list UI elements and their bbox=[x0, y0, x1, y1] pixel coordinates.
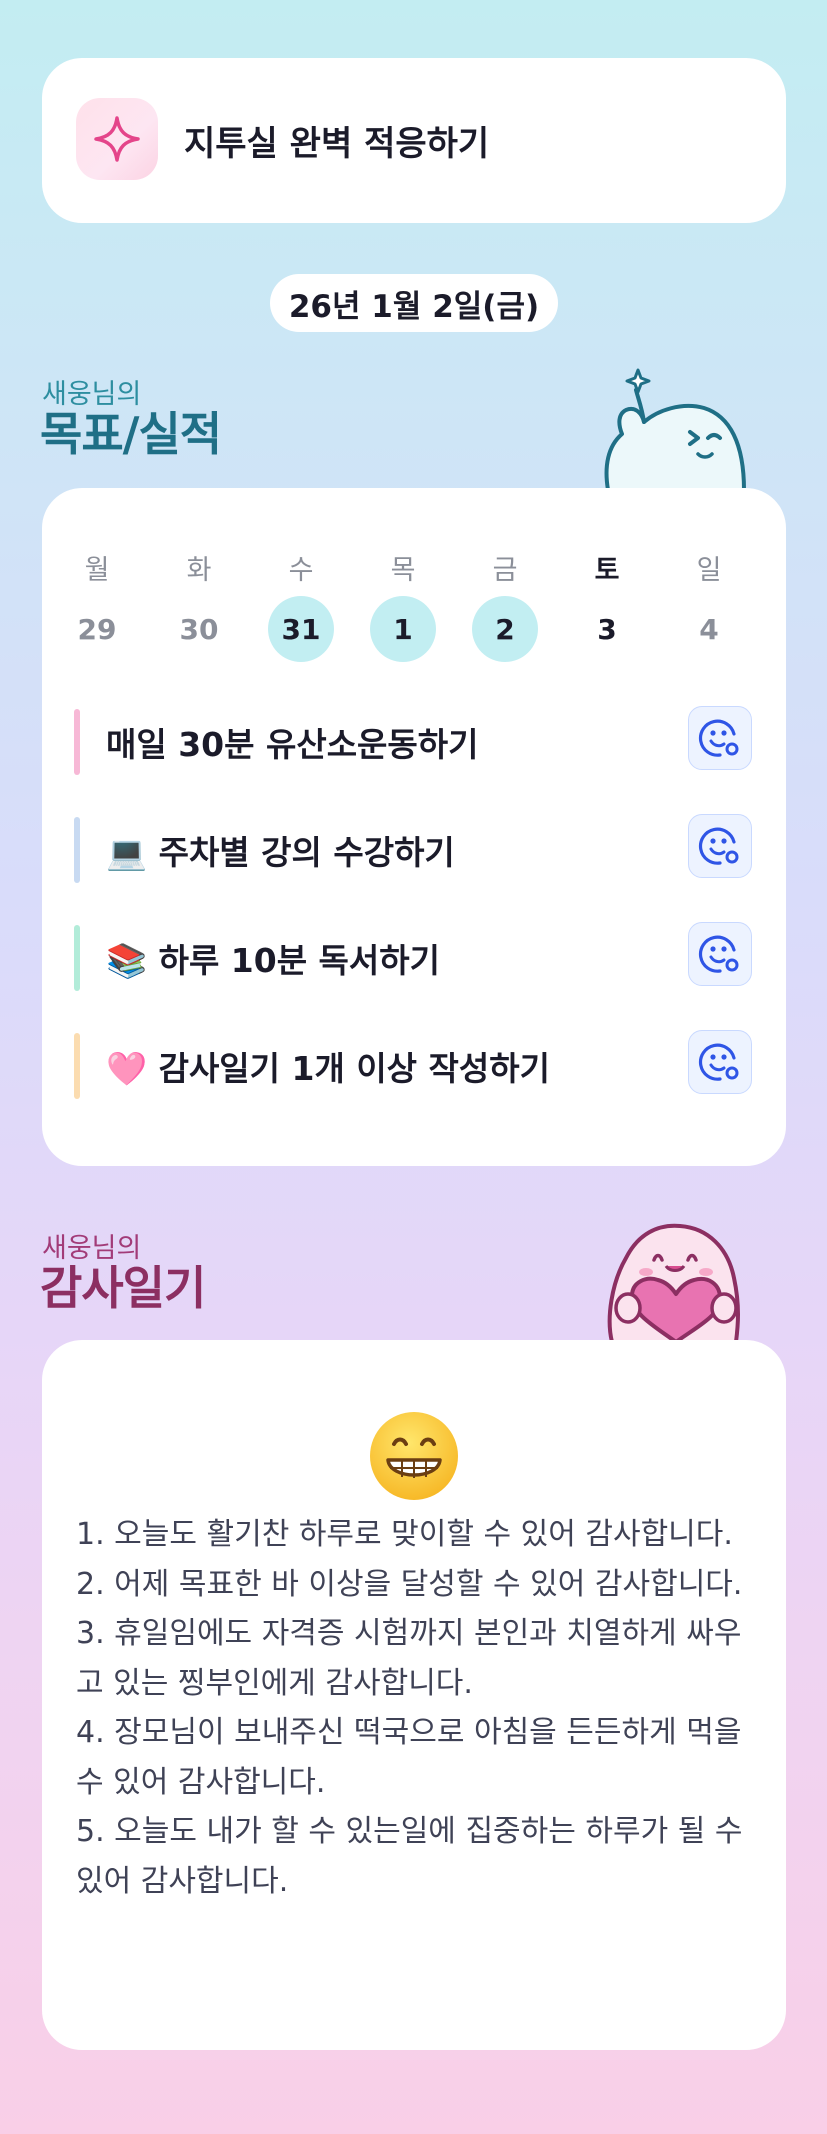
goal-color-bar bbox=[74, 1033, 80, 1099]
weekday-sun: 일 bbox=[696, 555, 722, 586]
goal-check-button[interactable] bbox=[688, 814, 752, 878]
weekday-sat: 토 bbox=[594, 555, 620, 586]
diary-entries: 1. 오늘도 활기찬 하루로 맞이할 수 있어 감사합니다. 2. 어제 목표한… bbox=[76, 1510, 752, 1906]
diary-section-title: 감사일기 bbox=[40, 1261, 206, 1315]
goal-color-bar bbox=[74, 925, 80, 991]
grinning-face-emoji bbox=[370, 1412, 458, 1500]
goal-check-button[interactable] bbox=[688, 922, 752, 986]
calendar-weekdays: 월 화 수 목 금 토 일 bbox=[46, 548, 760, 587]
calendar-days: 29 30 31 1 2 3 4 bbox=[46, 596, 760, 662]
diary-entry: 2. 어제 목표한 바 이상을 달성할 수 있어 감사합니다. bbox=[76, 1566, 743, 1602]
smiley-add-icon bbox=[698, 1043, 739, 1081]
calendar-day[interactable]: 4 bbox=[658, 596, 760, 662]
smiley-add-icon bbox=[698, 827, 739, 865]
date-label: 26년 1월 2일(금) bbox=[270, 274, 558, 332]
goal-title-card[interactable]: 지투실 완벽 적응하기 bbox=[42, 58, 786, 223]
goal-label: 💻 주차별 강의 수강하기 bbox=[106, 833, 455, 872]
goal-item: 매일 30분 유산소운동하기 bbox=[74, 706, 754, 776]
calendar-day[interactable]: 29 bbox=[46, 596, 148, 662]
goal-color-bar bbox=[74, 817, 80, 883]
goal-label: 🩷 감사일기 1개 이상 작성하기 bbox=[106, 1049, 550, 1088]
goals-section-title: 목표/실적 bbox=[40, 407, 222, 461]
diary-entry: 1. 오늘도 활기찬 하루로 맞이할 수 있어 감사합니다. bbox=[76, 1517, 733, 1552]
goal-label: 매일 30분 유산소운동하기 bbox=[106, 725, 479, 764]
weekday-mon: 월 bbox=[84, 555, 110, 586]
goal-title: 지투실 완벽 적응하기 bbox=[184, 124, 490, 164]
goal-item: 🩷 감사일기 1개 이상 작성하기 bbox=[74, 1030, 754, 1100]
weekday-thu: 목 bbox=[390, 555, 416, 586]
mascot-cheering-illustration bbox=[604, 368, 746, 490]
calendar-day[interactable]: 30 bbox=[148, 596, 250, 662]
weekday-fri: 금 bbox=[492, 555, 518, 586]
smiley-add-icon bbox=[698, 935, 739, 973]
calendar-day-completed[interactable]: 31 bbox=[250, 596, 352, 662]
mascot-heart-illustration bbox=[607, 1223, 740, 1342]
sparkle-icon bbox=[76, 98, 158, 180]
goal-item: 📚 하루 10분 독서하기 bbox=[74, 922, 754, 992]
goal-item: 💻 주차별 강의 수강하기 bbox=[74, 814, 754, 884]
diary-entry: 3. 휴일임에도 자격증 시험까지 본인과 치열하게 싸우고 있는 찡부인에게 … bbox=[76, 1616, 742, 1701]
diary-entry: 4. 장모님이 보내주신 떡국으로 아침을 든든하게 먹을 수 있어 감사합니다… bbox=[76, 1715, 742, 1800]
goal-label: 📚 하루 10분 독서하기 bbox=[106, 941, 440, 980]
goal-check-button[interactable] bbox=[688, 706, 752, 770]
diary-entry: 5. 오늘도 내가 할 수 있는일에 집중하는 하루가 될 수 있어 감사합니다… bbox=[76, 1814, 743, 1899]
smiley-add-icon bbox=[698, 719, 739, 757]
goal-check-button[interactable] bbox=[688, 1030, 752, 1094]
weekday-tue: 화 bbox=[186, 555, 212, 586]
calendar-day-completed[interactable]: 1 bbox=[352, 596, 454, 662]
calendar-day[interactable]: 3 bbox=[556, 596, 658, 662]
weekday-wed: 수 bbox=[288, 555, 314, 586]
goal-color-bar bbox=[74, 709, 80, 775]
calendar-day-completed[interactable]: 2 bbox=[454, 596, 556, 662]
